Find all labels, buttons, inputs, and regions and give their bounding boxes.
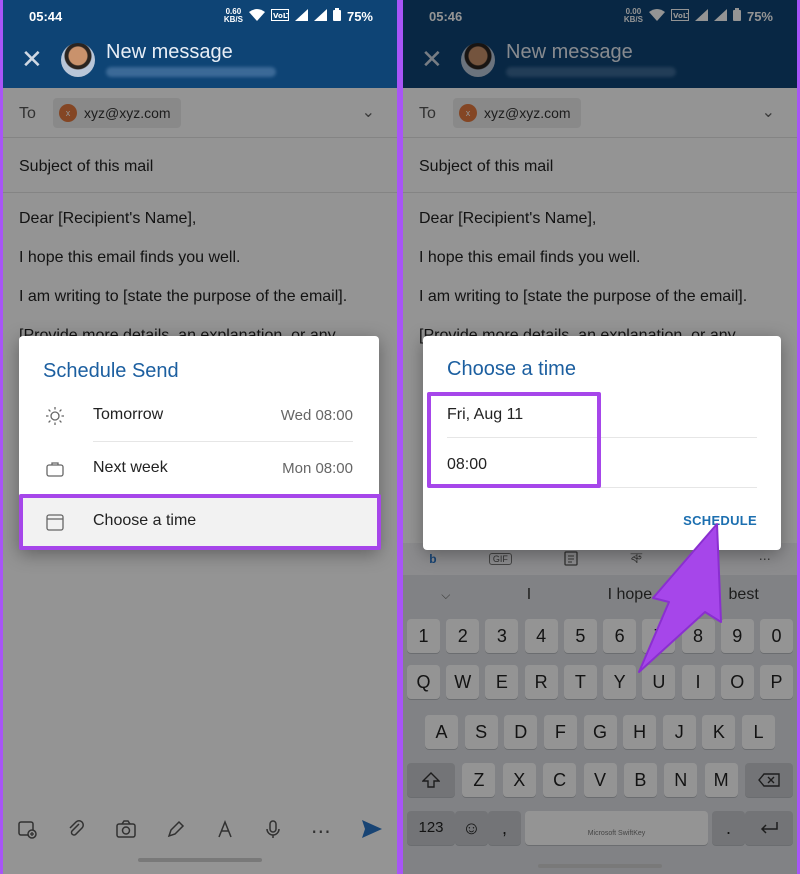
sun-icon bbox=[45, 406, 65, 426]
choose-time-dialog: Choose a time Fri, Aug 11 08:00 SCHEDULE bbox=[423, 336, 781, 550]
network-speed: 0.60 KB/S bbox=[223, 7, 243, 24]
avatar[interactable] bbox=[61, 43, 95, 77]
highlight-box bbox=[427, 392, 601, 488]
option-tomorrow[interactable]: Tomorrow Wed 08:00 bbox=[19, 390, 379, 442]
battery-icon bbox=[332, 8, 341, 24]
svg-text:VoLTE: VoLTE bbox=[273, 12, 289, 20]
briefcase-icon bbox=[45, 459, 65, 479]
volte-icon: VoLTE bbox=[270, 8, 296, 24]
option-value: Mon 08:00 bbox=[282, 460, 353, 477]
close-icon[interactable]: ✕ bbox=[21, 46, 43, 72]
signal-icon-2 bbox=[313, 8, 327, 24]
signal-icon bbox=[294, 8, 308, 24]
status-time: 05:44 bbox=[29, 9, 63, 24]
divider bbox=[93, 441, 353, 442]
schedule-button[interactable]: SCHEDULE bbox=[683, 513, 757, 528]
option-label: Next week bbox=[93, 459, 168, 476]
right-screenshot: 05:46 0.00 KB/S VoLTE 75% ✕ New message bbox=[403, 0, 797, 874]
schedule-send-dialog: Schedule Send Tomorrow Wed 08:00 Next we… bbox=[19, 336, 381, 550]
compose-header: ✕ New message bbox=[3, 34, 397, 88]
battery-level: 75% bbox=[346, 8, 373, 24]
option-value: Wed 08:00 bbox=[280, 407, 353, 424]
status-bar: 05:44 0.60 KB/S VoLTE 75% bbox=[3, 0, 397, 34]
highlight-box bbox=[19, 494, 381, 550]
dialog-title: Schedule Send bbox=[43, 360, 179, 382]
left-screenshot: 05:44 0.60 KB/S VoLTE 75% ✕ New message bbox=[3, 0, 397, 874]
wifi-icon bbox=[248, 8, 265, 24]
option-next-week[interactable]: Next week Mon 08:00 bbox=[19, 443, 379, 495]
dialog-title: Choose a time bbox=[447, 358, 576, 380]
page-title: New message bbox=[106, 41, 233, 63]
option-label: Tomorrow bbox=[93, 406, 164, 423]
sender-account-blurred bbox=[106, 67, 276, 77]
